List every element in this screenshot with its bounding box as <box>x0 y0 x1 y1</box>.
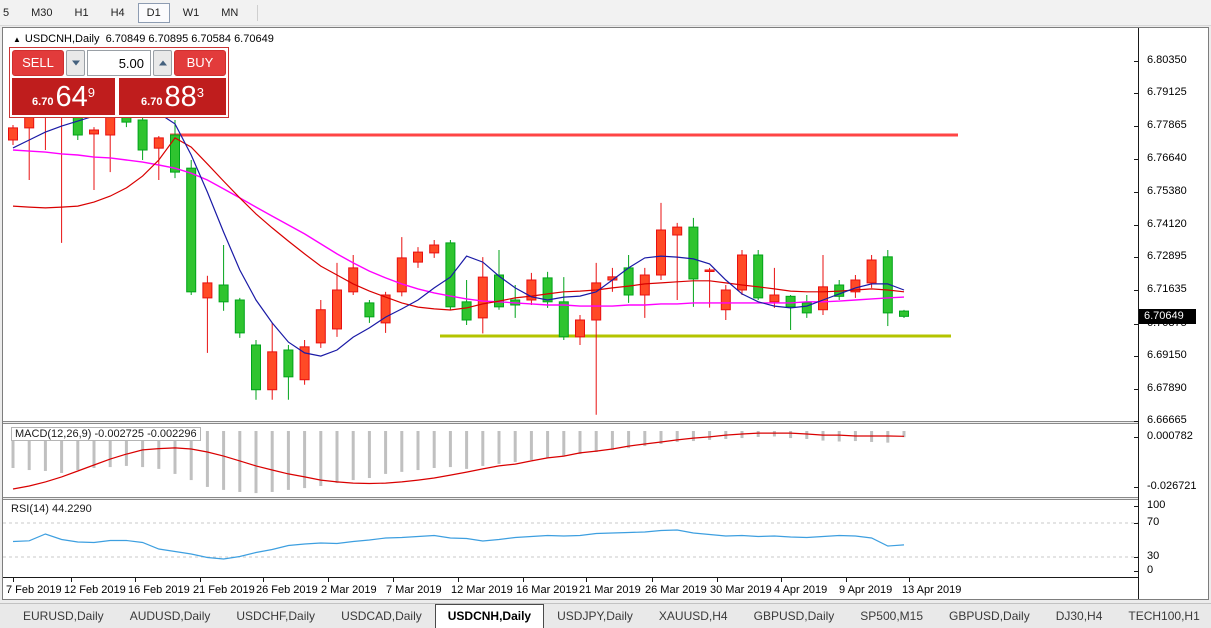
timeframe-button-H1[interactable]: H1 <box>66 3 98 23</box>
indicator-tick-label: 70 <box>1147 516 1160 528</box>
price-tick-label: 6.72895 <box>1147 250 1187 262</box>
one-click-trading-panel: SELL BUY 6.70 64 9 6.70 88 3 <box>9 47 229 118</box>
timeframe-button-H4[interactable]: H4 <box>102 3 134 23</box>
chart-tab-DJ30-H4[interactable]: DJ30,H4 <box>1043 605 1116 627</box>
date-tick-label: 21 Mar 2019 <box>579 584 641 596</box>
indicator-tick-label: 0 <box>1147 564 1154 576</box>
ma-slow-line <box>12 149 905 307</box>
macd-signal-line <box>12 432 905 490</box>
volume-increase-button[interactable] <box>153 50 172 76</box>
chart-tab-USDCAD-Daily[interactable]: USDCAD,Daily <box>328 605 435 627</box>
price-tick-label: 6.76640 <box>1147 152 1187 164</box>
timeframe-toolbar: 5 M30 H1 H4 D1 W1 MN <box>0 0 1211 26</box>
sell-price-big: 64 <box>55 81 88 113</box>
chart-tab-TECH100-H1[interactable]: TECH100,H1 <box>1115 605 1211 627</box>
timeframe-button-MN[interactable]: MN <box>212 3 247 23</box>
macd-name: MACD(12,26,9) <box>15 428 92 440</box>
chart-ohlc: 6.70849 6.70895 6.70584 6.70649 <box>105 33 274 45</box>
price-tick-label: 6.70375 <box>1147 317 1187 329</box>
date-tick-label: 7 Mar 2019 <box>386 584 442 596</box>
price-tick-label: 6.69150 <box>1147 349 1187 361</box>
price-tick-label: 6.80350 <box>1147 54 1187 66</box>
price-tick-label: 6.67890 <box>1147 382 1187 394</box>
date-tick-label: 26 Feb 2019 <box>256 584 318 596</box>
chart-tab-XAUUSD-H4[interactable]: XAUUSD,H4 <box>646 605 741 627</box>
chart-tab-USDJPY-Daily[interactable]: USDJPY,Daily <box>544 605 646 627</box>
chart-tab-SP500-M15[interactable]: SP500,M15 <box>847 605 936 627</box>
date-tick-label: 4 Apr 2019 <box>774 584 828 596</box>
buy-button[interactable]: BUY <box>174 50 226 76</box>
date-tick-label: 21 Feb 2019 <box>193 584 255 596</box>
indicator-tick-label: 30 <box>1147 550 1160 562</box>
date-tick-label: 2 Mar 2019 <box>321 584 377 596</box>
date-tick-label: 26 Mar 2019 <box>645 584 707 596</box>
chart-title: ▲ USDCNH,Daily 6.70849 6.70895 6.70584 6.… <box>13 33 274 45</box>
price-tick-label: 6.75380 <box>1147 185 1187 197</box>
price-tick-label: 6.74120 <box>1147 218 1187 230</box>
volume-input[interactable] <box>87 50 151 76</box>
date-tick-label: 9 Apr 2019 <box>839 584 893 596</box>
time-axis: 7 Feb 2019 12 Feb 2019 16 Feb 2019 21 Feb 2… <box>3 577 1138 599</box>
date-tick-label: 12 Mar 2019 <box>451 584 513 596</box>
macd-indicator-label: MACD(12,26,9) -0.002725 -0.002296 <box>11 427 201 441</box>
rsi-line <box>12 529 905 560</box>
macd-value-main: -0.002725 <box>94 428 145 440</box>
buy-price-prefix: 6.70 <box>141 96 163 108</box>
rsi-indicator-canvas[interactable] <box>3 500 1138 577</box>
indicator-tick-label: -0.026721 <box>1147 480 1197 492</box>
rsi-value: 44.2290 <box>51 503 92 515</box>
chart-tab-AUDUSD-Daily[interactable]: AUDUSD,Daily <box>117 605 224 627</box>
chart-tab-GBPUSD-Daily[interactable]: GBPUSD,Daily <box>936 605 1043 627</box>
chart-symbol: USDCNH,Daily <box>24 33 100 45</box>
date-tick-label: 13 Apr 2019 <box>902 584 962 596</box>
price-axis: 6.70649 6.80350 6.79125 6.77865 6.76640 6.75… <box>1134 28 1208 599</box>
candlesticks <box>8 110 909 415</box>
sell-price-sup: 9 <box>87 85 95 100</box>
sell-button[interactable]: SELL <box>12 50 64 76</box>
volume-decrease-button[interactable] <box>66 50 85 76</box>
price-tick-label: 6.77865 <box>1147 119 1187 131</box>
date-tick-label: 30 Mar 2019 <box>710 584 772 596</box>
sell-price-prefix: 6.70 <box>32 96 54 108</box>
indicator-tick-label: 100 <box>1147 499 1166 511</box>
ma-mid-line <box>12 137 905 311</box>
indicator-tick-label: 0.000782 <box>1147 430 1193 442</box>
chart-tab-USDCNH-Daily[interactable]: USDCNH,Daily <box>434 604 545 628</box>
timeframe-button-M30[interactable]: M30 <box>22 3 61 23</box>
collapse-arrow-icon[interactable]: ▲ <box>13 35 21 44</box>
chart-tab-USDCHF-Daily[interactable]: USDCHF,Daily <box>223 605 328 627</box>
buy-quote-button[interactable]: 6.70 88 3 <box>119 78 226 115</box>
chart-tab-GBPUSD-Daily[interactable]: GBPUSD,Daily <box>741 605 848 627</box>
rsi-indicator-label: RSI(14) 44.2290 <box>11 503 92 515</box>
chevron-up-icon <box>158 60 167 66</box>
buy-price-big: 88 <box>164 81 197 113</box>
timeframe-button-5[interactable]: 5 <box>0 3 18 23</box>
timeframe-button-W1[interactable]: W1 <box>174 3 209 23</box>
chart-tab-bar: EURUSD,Daily AUDUSD,Daily USDCHF,Daily USDC… <box>0 603 1211 628</box>
price-tick-label: 6.71635 <box>1147 283 1187 295</box>
date-tick-label: 7 Feb 2019 <box>6 584 62 596</box>
toolbar-separator <box>257 4 259 21</box>
buy-price-sup: 3 <box>196 85 204 100</box>
date-tick-label: 12 Feb 2019 <box>64 584 126 596</box>
macd-value-signal: -0.002296 <box>147 428 197 440</box>
date-tick-label: 16 Mar 2019 <box>516 584 578 596</box>
chart-tab-EURUSD-Daily[interactable]: EURUSD,Daily <box>10 605 117 627</box>
timeframe-button-D1[interactable]: D1 <box>137 2 170 23</box>
price-tick-label: 6.79125 <box>1147 86 1187 98</box>
rsi-name: RSI(14) <box>11 503 49 515</box>
chart-window: 7 Feb 2019 12 Feb 2019 16 Feb 2019 21 Feb 2… <box>2 27 1209 600</box>
chevron-down-icon <box>71 60 80 66</box>
date-tick-label: 16 Feb 2019 <box>128 584 190 596</box>
price-tick-label: 6.66665 <box>1147 414 1187 426</box>
sell-quote-button[interactable]: 6.70 64 9 <box>12 78 115 115</box>
